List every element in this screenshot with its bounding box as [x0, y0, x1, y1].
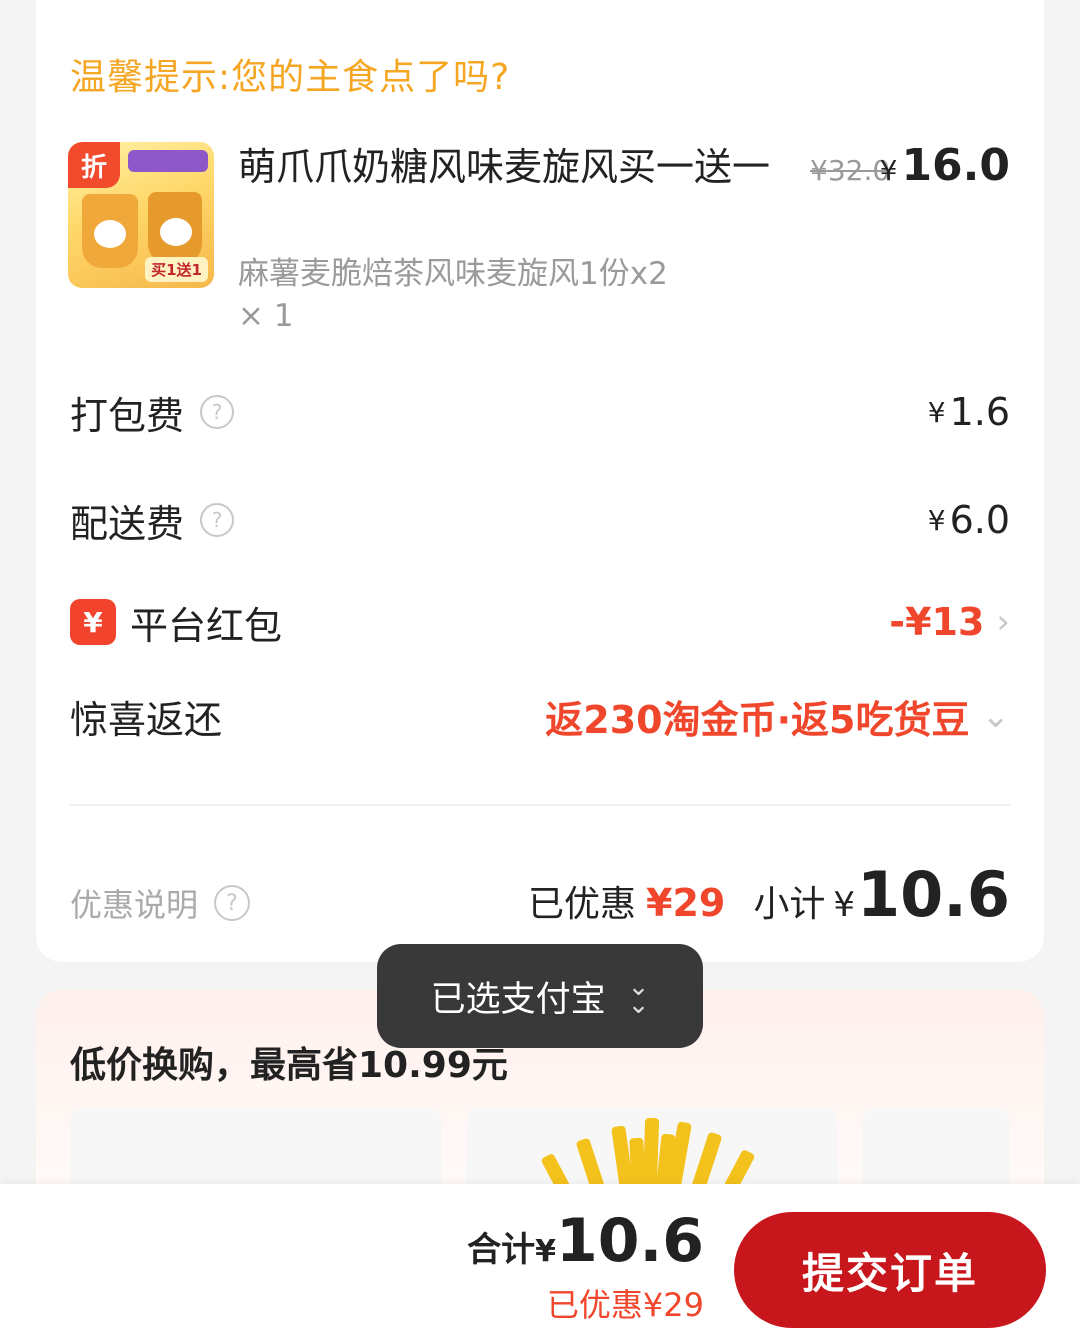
product-name: 萌爪爪奶糖风味麦旋风买一送一	[238, 145, 771, 189]
product-image[interactable]: 折 买1送1	[68, 142, 214, 288]
total: 合计 ¥ 10.6	[467, 1206, 704, 1276]
packing-fee-row: 打包费? ¥1.6	[70, 382, 1010, 442]
total-value: 10.6	[555, 1206, 704, 1276]
price-current: ¥16.0	[880, 140, 1010, 191]
product-desc: 麻薯麦脆焙茶风味麦旋风1份x2	[238, 256, 668, 292]
price-original: ¥32.0	[810, 154, 891, 187]
surprise-label: 惊喜返还	[70, 697, 223, 742]
saved-amount: 已优惠¥29	[546, 1286, 704, 1324]
discount-info[interactable]: 优惠说明 ?	[70, 880, 251, 926]
yen-symbol: ¥	[927, 395, 946, 429]
red-packet-icon: ¥	[70, 599, 116, 645]
yen-symbol: ¥	[833, 885, 856, 925]
subtotal-label: 小计	[753, 884, 826, 925]
red-packet-row[interactable]: ¥ 平台红包 -¥13 ›	[70, 592, 1010, 652]
double-chevron-down-icon: ⌄ ⌄	[627, 972, 650, 1020]
subtotal-value: 10.6	[857, 858, 1010, 931]
yen-symbol: ¥	[927, 503, 946, 537]
discount-label: 已优惠	[528, 884, 637, 925]
tip-text: 温馨提示:您的主食点了吗?	[70, 57, 511, 98]
chevron-right-icon: ›	[996, 602, 1010, 642]
help-icon[interactable]: ?	[214, 885, 251, 921]
image-dog-face	[160, 218, 192, 246]
submit-order-button[interactable]: 提交订单	[734, 1212, 1046, 1328]
subtotal: 已优惠 ¥29 小计 ¥ 10.6	[528, 858, 1010, 931]
delivery-fee-value: 6.0	[949, 498, 1010, 542]
help-icon[interactable]: ?	[200, 503, 235, 537]
surprise-value: 返230淘金币·返5吃货豆	[545, 697, 970, 742]
delivery-fee-row: 配送费? ¥6.0	[70, 490, 1010, 550]
delivery-fee-label: 配送费	[70, 501, 185, 546]
chevron-down-icon: ⌄	[981, 696, 1011, 736]
image-banner	[128, 150, 208, 172]
product-qty: × 1	[238, 298, 294, 334]
surprise-row[interactable]: 惊喜返还 返230淘金币·返5吃货豆 ⌄	[70, 686, 1010, 746]
discount-tag: 折	[68, 142, 120, 188]
payment-toast-text: 已选支付宝	[430, 979, 606, 1020]
price-current-value: 16.0	[901, 140, 1010, 191]
divider	[70, 804, 1010, 806]
payment-toast[interactable]: 已选支付宝 ⌄ ⌄	[377, 944, 703, 1048]
yen-symbol: ¥	[535, 1234, 556, 1269]
help-icon[interactable]: ?	[200, 395, 235, 429]
packing-fee-value: 1.6	[949, 390, 1010, 434]
total-label: 合计	[467, 1230, 536, 1270]
red-packet-value: -¥13	[889, 600, 985, 644]
image-dog-face	[94, 220, 126, 248]
discount-info-label: 优惠说明	[70, 886, 199, 924]
discount-value: ¥29	[646, 881, 726, 925]
yen-symbol: ¥	[879, 154, 898, 187]
image-badge: 买1送1	[145, 257, 208, 282]
red-packet-label: 平台红包	[130, 603, 283, 648]
packing-fee-label: 打包费	[70, 393, 185, 438]
